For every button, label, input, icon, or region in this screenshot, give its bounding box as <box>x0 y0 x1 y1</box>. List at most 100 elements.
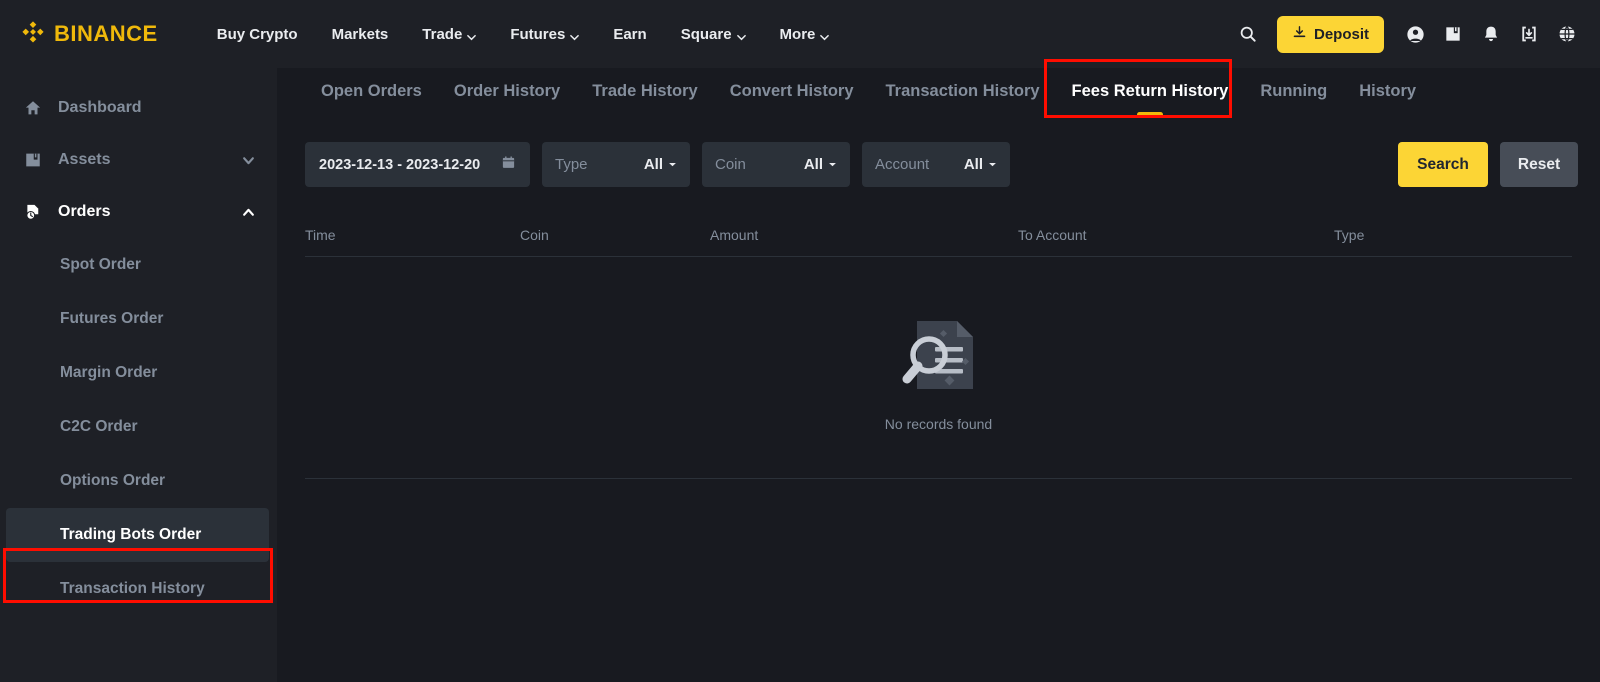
globe-language-icon[interactable] <box>1550 17 1584 51</box>
type-filter-label: Type <box>555 156 588 173</box>
column-header-amount: Amount <box>710 226 759 243</box>
chevron-down-icon <box>242 154 255 167</box>
left-sidebar: Dashboard Assets Orders Spot Order Futur… <box>0 68 277 682</box>
column-header-type: Type <box>1334 226 1365 243</box>
tab-open-orders[interactable]: Open Orders <box>305 68 438 101</box>
nav-link-label: Futures <box>510 25 566 43</box>
chevron-down-icon <box>828 156 837 173</box>
tab-label: Transaction History <box>885 82 1040 100</box>
column-header-time: Time <box>305 226 336 243</box>
reset-button[interactable]: Reset <box>1500 142 1578 187</box>
sidebar-item-transaction-history[interactable]: Transaction History <box>0 562 277 616</box>
deposit-button[interactable]: Deposit <box>1276 15 1384 53</box>
tab-transaction-history[interactable]: Transaction History <box>870 68 1056 101</box>
sidebar-item-spot-order[interactable]: Spot Order <box>0 238 277 292</box>
nav-link-label: Square <box>680 25 732 43</box>
sidebar-subitem-label: Options Order <box>60 472 166 489</box>
chevron-down-icon <box>570 29 580 40</box>
nav-link-label: More <box>779 25 816 43</box>
home-icon <box>24 99 46 117</box>
chevron-down-icon <box>467 29 477 40</box>
nav-link-label: Trade <box>422 25 463 43</box>
nav-link-label: Markets <box>331 25 389 43</box>
sidebar-item-futures-order[interactable]: Futures Order <box>0 292 277 346</box>
sidebar-item-c2c-order[interactable]: C2C Order <box>0 400 277 454</box>
top-navigation-bar: BINANCE Buy Crypto Markets Trade Futures <box>0 0 1600 68</box>
type-filter-value-wrap: All <box>644 156 677 173</box>
top-nav-right-actions: Deposit <box>1231 0 1584 68</box>
sidebar-subitem-label: Spot Order <box>60 256 141 273</box>
nav-link-square[interactable]: Square <box>664 18 763 51</box>
tab-label: Open Orders <box>321 82 422 100</box>
sidebar-item-label: Assets <box>58 151 111 168</box>
calendar-icon <box>501 155 516 175</box>
download-app-icon[interactable] <box>1512 17 1546 51</box>
nav-link-buy-crypto[interactable]: Buy Crypto <box>200 18 315 51</box>
active-tab-indicator <box>1136 112 1163 117</box>
main-content: Open Orders Order History Trade History … <box>277 68 1600 682</box>
account-filter-label: Account <box>875 156 930 173</box>
nav-link-markets[interactable]: Markets <box>315 18 406 51</box>
sidebar-item-orders[interactable]: Orders <box>0 186 277 238</box>
binance-orders-page: BINANCE Buy Crypto Markets Trade Futures <box>0 0 1600 682</box>
sidebar-subitem-label: Futures Order <box>60 310 164 327</box>
empty-state: No records found <box>305 257 1572 479</box>
tab-running[interactable]: Running <box>1244 68 1343 101</box>
column-header-to-account: To Account <box>1018 226 1087 243</box>
bell-icon[interactable] <box>1474 17 1508 51</box>
chevron-down-icon <box>988 156 997 173</box>
sidebar-item-assets[interactable]: Assets <box>0 134 277 186</box>
content-tabs: Open Orders Order History Trade History … <box>277 68 1600 124</box>
no-records-document-search-icon <box>889 303 989 408</box>
binance-diamond-logo-icon <box>20 21 46 47</box>
tab-label: Trade History <box>592 82 698 100</box>
search-button[interactable]: Search <box>1398 142 1488 187</box>
coin-filter-label: Coin <box>715 156 746 173</box>
binance-logo-link[interactable]: BINANCE <box>20 21 158 47</box>
coin-filter-value-wrap: All <box>804 156 837 173</box>
type-filter-value: All <box>643 156 663 173</box>
tab-label: Convert History <box>729 82 854 100</box>
chevron-down-icon <box>820 29 830 40</box>
tab-trade-history[interactable]: Trade History <box>576 68 713 101</box>
tab-convert-history[interactable]: Convert History <box>714 68 870 101</box>
sidebar-item-margin-order[interactable]: Margin Order <box>0 346 277 400</box>
tab-order-history[interactable]: Order History <box>438 68 576 101</box>
table-header-row: Time Coin Amount To Account Type <box>305 213 1572 257</box>
account-filter-dropdown[interactable]: Account All <box>862 142 1010 187</box>
tab-label: Order History <box>453 82 561 100</box>
sidebar-item-trading-bots-order[interactable]: Trading Bots Order <box>6 508 269 562</box>
sidebar-subitem-label: Margin Order <box>60 364 158 381</box>
tab-history[interactable]: History <box>1343 68 1432 101</box>
tab-label: History <box>1359 82 1417 100</box>
filter-actions: Search Reset <box>1398 142 1578 187</box>
nav-link-more[interactable]: More <box>763 18 847 51</box>
coin-filter-dropdown[interactable]: Coin All <box>702 142 850 187</box>
tab-fees-return-history[interactable]: Fees Return History <box>1056 68 1245 117</box>
wallet-icon <box>24 151 46 169</box>
sidebar-item-label: Dashboard <box>58 99 142 116</box>
tab-label: Running <box>1260 82 1328 100</box>
tab-label: Fees Return History <box>1071 82 1229 100</box>
nav-link-futures[interactable]: Futures <box>493 18 596 51</box>
filter-bar: 2023-12-13 - 2023-12-20 Type All Coin Al… <box>277 142 1600 187</box>
sidebar-subitem-label: C2C Order <box>60 418 138 435</box>
primary-nav-links: Buy Crypto Markets Trade Futures Earn Sq… <box>200 18 847 51</box>
chevron-down-icon <box>736 29 746 40</box>
sidebar-item-options-order[interactable]: Options Order <box>0 454 277 508</box>
wallet-icon[interactable] <box>1436 17 1470 51</box>
sidebar-item-dashboard[interactable]: Dashboard <box>0 82 277 134</box>
download-icon <box>1292 25 1307 44</box>
user-profile-icon[interactable] <box>1398 17 1432 51</box>
date-range-value: 2023-12-13 - 2023-12-20 <box>319 156 481 173</box>
search-icon[interactable] <box>1231 17 1265 51</box>
chevron-up-icon <box>242 206 255 219</box>
date-range-picker[interactable]: 2023-12-13 - 2023-12-20 <box>305 142 530 187</box>
nav-link-label: Buy Crypto <box>216 25 298 43</box>
type-filter-dropdown[interactable]: Type All <box>542 142 690 187</box>
brand-name: BINANCE <box>54 21 158 46</box>
coin-filter-value: All <box>803 156 823 173</box>
nav-link-trade[interactable]: Trade <box>405 18 493 51</box>
nav-link-earn[interactable]: Earn <box>596 18 663 51</box>
sidebar-subitem-label: Transaction History <box>60 580 205 597</box>
